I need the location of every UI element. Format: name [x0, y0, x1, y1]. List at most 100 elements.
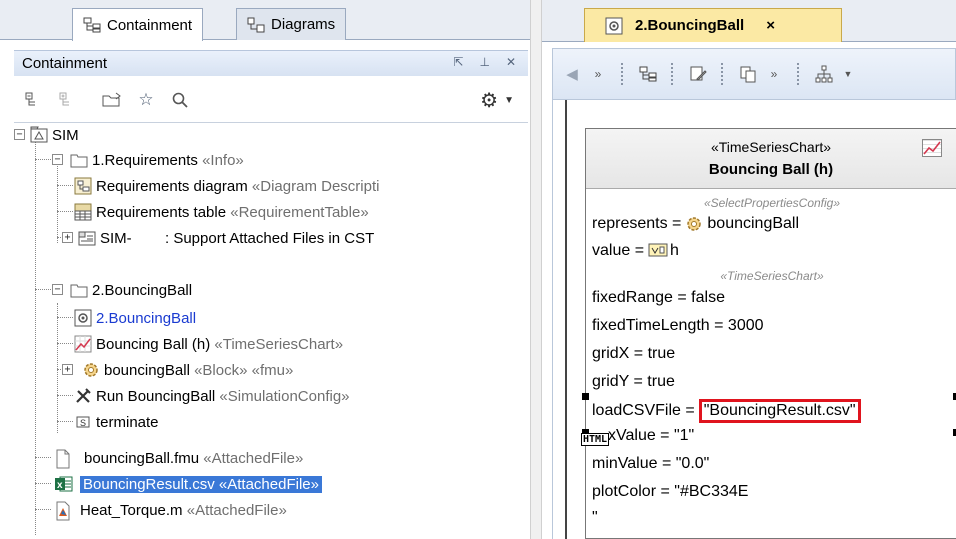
- overflow-chevron-icon[interactable]: »: [763, 63, 785, 85]
- tree-item-fmu-file[interactable]: bouncingBall.fmu «AttachedFile»: [54, 446, 303, 470]
- collapse-toggle[interactable]: −: [52, 284, 63, 295]
- tree-item-requirements-diagram[interactable]: Requirements diagram «Diagram Descripti: [74, 174, 379, 198]
- config-section-select-properties: «SelectPropertiesConfig»: [703, 196, 841, 210]
- signal-icon: S: [74, 413, 92, 431]
- pin-icon[interactable]: ⊥: [479, 55, 489, 69]
- diagram-icon: [605, 17, 623, 35]
- containment-tree-icon: [83, 17, 101, 33]
- copy-icon[interactable]: [737, 63, 759, 85]
- block-icon: [685, 215, 703, 233]
- panel-title: Containment: [22, 55, 108, 72]
- edit-icon[interactable]: [687, 63, 709, 85]
- tree-icon[interactable]: [637, 63, 659, 85]
- svg-text:x: x: [57, 480, 63, 491]
- folder-icon: [70, 281, 88, 299]
- property-max-value[interactable]: xValue = "1": [608, 427, 694, 445]
- requirements-table-icon: [74, 203, 92, 221]
- favorite-star-icon[interactable]: ☆: [136, 90, 156, 110]
- excel-file-icon: x: [54, 475, 73, 493]
- time-series-chart-icon: [922, 139, 942, 157]
- property-fixed-range[interactable]: fixedRange = false: [592, 289, 725, 307]
- editor-tab-strip: 2.BouncingBall ×: [542, 0, 956, 42]
- tree-item-requirements-table[interactable]: Requirements table «RequirementTable»: [74, 200, 369, 224]
- tree-item-bouncingball-diagram[interactable]: 2.BouncingBall: [74, 306, 196, 330]
- collapse-toggle[interactable]: −: [14, 129, 25, 140]
- selection-highlight: BouncingResult.csv «AttachedFile»: [80, 475, 322, 493]
- config-section-time-series-chart: «TimeSeriesChart»: [720, 269, 824, 283]
- tree-item-bouncingball-folder[interactable]: 2.BouncingBall: [70, 278, 192, 302]
- matlab-file-icon: [54, 501, 72, 521]
- search-icon[interactable]: [170, 90, 190, 110]
- gear-icon[interactable]: ⚙: [480, 88, 498, 113]
- diagram-frame-edge: [565, 100, 567, 539]
- collapse-toggle[interactable]: −: [52, 154, 63, 165]
- tab-diagrams[interactable]: Diagrams: [236, 8, 347, 40]
- tree-item-csv-file[interactable]: x BouncingResult.csv «AttachedFile»: [54, 472, 322, 496]
- property-grid-x[interactable]: gridX = true: [592, 345, 675, 363]
- toolbar-separator: [797, 63, 801, 85]
- file-icon: [54, 449, 72, 469]
- folder-icon: [70, 151, 88, 169]
- panel-splitter[interactable]: [530, 0, 542, 539]
- tab-bouncingball-diagram[interactable]: 2.BouncingBall ×: [584, 8, 842, 42]
- time-series-chart-icon: [74, 335, 92, 353]
- layout-icon[interactable]: [813, 63, 835, 85]
- back-arrow-icon[interactable]: ◀: [561, 63, 583, 85]
- model-icon: [30, 126, 48, 144]
- tree-item-matlab-file[interactable]: Heat_Torque.m «AttachedFile»: [54, 498, 287, 522]
- toolbar-separator: [621, 63, 625, 85]
- left-tab-strip: Containment Diagrams: [0, 0, 530, 41]
- diagram-canvas[interactable]: «TimeSeriesChart» Bouncing Ball (h) «Sel…: [552, 100, 956, 539]
- overflow-chevron-icon[interactable]: »: [587, 63, 609, 85]
- property-grid-y[interactable]: gridY = true: [592, 373, 675, 391]
- collapse-all-icon[interactable]: [24, 90, 44, 110]
- expand-all-icon[interactable]: [58, 90, 78, 110]
- tree-item-time-series-chart[interactable]: Bouncing Ball (h) «TimeSeriesChart»: [74, 332, 343, 356]
- tree-item-requirements-folder[interactable]: 1.Requirements «Info»: [70, 148, 244, 172]
- tab-label: Diagrams: [271, 16, 336, 33]
- requirement-icon: [78, 229, 96, 247]
- csv-value-highlight: "BouncingResult.csv": [698, 399, 861, 423]
- open-folder-icon[interactable]: [102, 90, 122, 110]
- panel-title-bar: Containment ⇱ ⊥ ✕: [14, 50, 528, 76]
- dropdown-arrow-icon[interactable]: ▼: [837, 63, 859, 85]
- toolbar-separator: [721, 63, 725, 85]
- html-badge: HTML: [581, 433, 610, 446]
- property-plot-color[interactable]: plotColor = "#BC334E: [592, 483, 748, 501]
- tree-item-bouncingball-block[interactable]: bouncingBall «Block» «fmu»: [82, 358, 293, 382]
- selection-handle[interactable]: [582, 393, 589, 400]
- property-load-csv-file[interactable]: loadCSVFile = "BouncingResult.csv": [592, 399, 861, 423]
- chevron-down-icon[interactable]: ▼: [504, 95, 514, 106]
- simulation-config-icon: [74, 387, 92, 405]
- time-series-chart-shape[interactable]: «TimeSeriesChart» Bouncing Ball (h) «Sel…: [585, 128, 956, 539]
- property-value[interactable]: value = h: [592, 242, 679, 260]
- block-icon: [82, 361, 100, 379]
- property-continuation: ": [592, 509, 598, 526]
- property-fixed-time-length[interactable]: fixedTimeLength = 3000: [592, 317, 764, 335]
- tree-item-run-bouncingball[interactable]: Run BouncingBall «SimulationConfig»: [74, 384, 350, 408]
- tab-label: Containment: [107, 16, 193, 34]
- tree-item-terminate[interactable]: S terminate: [74, 410, 159, 434]
- property-min-value[interactable]: minValue = "0.0": [592, 455, 709, 473]
- tree-item-sim[interactable]: SIM: [30, 123, 79, 147]
- diagram-toolbar: ◀ » » ▼: [552, 48, 956, 100]
- shape-header: «TimeSeriesChart» Bouncing Ball (h): [586, 129, 956, 189]
- tree-item-requirement[interactable]: SIM- : Support Attached Files in CST: [78, 226, 374, 250]
- shape-stereotype: «TimeSeriesChart»: [710, 139, 832, 155]
- float-icon[interactable]: ⇱: [453, 55, 463, 69]
- svg-text:S: S: [80, 418, 86, 428]
- containment-tree: − SIM − 1.Requirements «Info» Requiremen…: [14, 122, 528, 539]
- value-property-icon: [648, 242, 668, 260]
- close-icon[interactable]: ×: [766, 17, 775, 34]
- diagram-editor: 2.BouncingBall × ◀ » » ▼ «TimeSeriesChar…: [542, 0, 956, 539]
- toolbar-separator: [671, 63, 675, 85]
- diagrams-tree-icon: [247, 17, 265, 33]
- containment-panel: Containment Diagrams Containment ⇱ ⊥ ✕ ☆: [0, 0, 530, 539]
- property-represents[interactable]: represents = bouncingBall: [592, 215, 799, 233]
- expand-toggle[interactable]: +: [62, 232, 73, 243]
- close-icon[interactable]: ✕: [506, 55, 516, 69]
- expand-toggle[interactable]: +: [62, 364, 73, 375]
- diagram-icon: [74, 309, 92, 327]
- requirements-diagram-icon: [74, 177, 92, 195]
- tab-containment[interactable]: Containment: [72, 8, 204, 41]
